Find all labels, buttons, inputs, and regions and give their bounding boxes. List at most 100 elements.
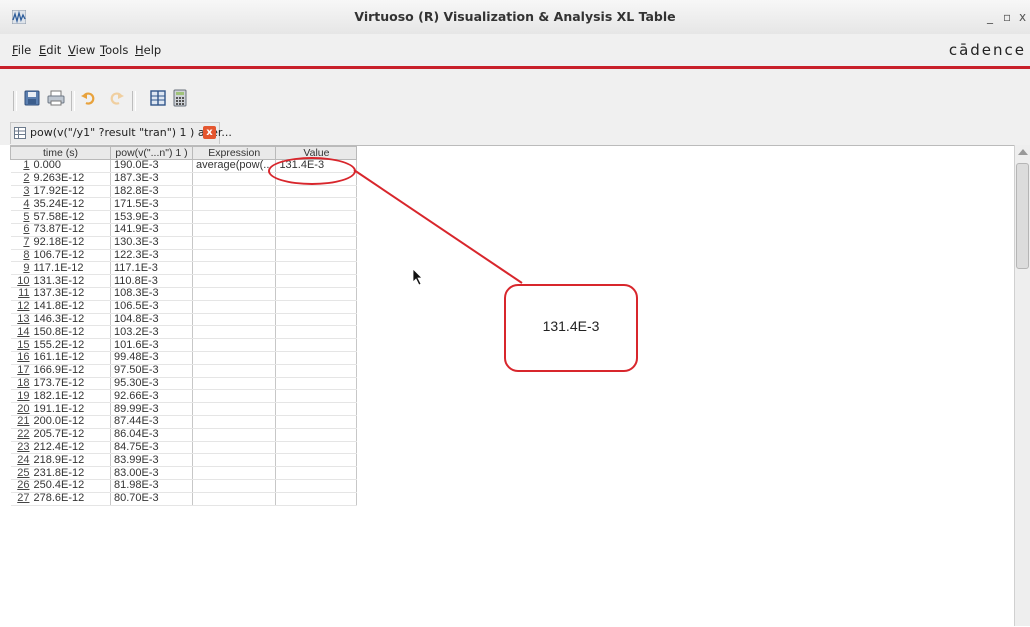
- cell-value[interactable]: [275, 210, 358, 224]
- cell-pow[interactable]: 117.1E-3: [110, 261, 193, 276]
- cell-expression[interactable]: [192, 466, 277, 480]
- cell-value[interactable]: [275, 236, 358, 250]
- cell-time[interactable]: 3 17.92E-12: [10, 185, 111, 199]
- cell-value[interactable]: [275, 453, 358, 468]
- cell-value[interactable]: [275, 287, 358, 301]
- cell-value[interactable]: [275, 364, 358, 378]
- table-row[interactable]: 6 73.87E-12 141.9E-3: [10, 223, 358, 237]
- tab-expression-table[interactable]: pow(v("/y1" ?result "tran") 1 ) aver... …: [10, 122, 232, 144]
- cell-time[interactable]: 4 35.24E-12: [10, 197, 111, 212]
- cell-pow[interactable]: 171.5E-3: [110, 197, 193, 212]
- table-row[interactable]: 17 166.9E-12 97.50E-3: [10, 364, 358, 378]
- table-row[interactable]: 26 250.4E-12 81.98E-3: [10, 479, 358, 493]
- cell-time[interactable]: 20 191.1E-12: [10, 402, 111, 416]
- cell-expression[interactable]: [192, 364, 277, 378]
- cell-expression[interactable]: [192, 300, 277, 314]
- cell-value[interactable]: [275, 492, 358, 506]
- menu-edit[interactable]: Edit: [39, 43, 61, 57]
- menu-tools[interactable]: Tools: [100, 43, 128, 57]
- cell-expression[interactable]: [192, 313, 277, 327]
- table-row[interactable]: 14 150.8E-12 103.2E-3: [10, 325, 358, 340]
- print-button[interactable]: [46, 88, 66, 108]
- cell-pow[interactable]: 83.00E-3: [110, 466, 193, 480]
- cell-pow[interactable]: 101.6E-3: [110, 338, 193, 352]
- cell-pow[interactable]: 95.30E-3: [110, 377, 193, 391]
- cell-value[interactable]: [275, 377, 358, 391]
- cell-time[interactable]: 6 73.87E-12: [10, 223, 111, 237]
- cell-value[interactable]: [275, 441, 358, 455]
- cell-time[interactable]: 10 131.3E-12: [10, 274, 111, 288]
- cell-time[interactable]: 2 9.263E-12: [10, 172, 111, 186]
- cell-expression[interactable]: [192, 428, 277, 442]
- table-row[interactable]: 13 146.3E-12 104.8E-3: [10, 313, 358, 327]
- menu-view[interactable]: View: [68, 43, 95, 57]
- cell-expression[interactable]: [192, 492, 277, 506]
- cell-time[interactable]: 5 57.58E-12: [10, 210, 111, 224]
- cell-time[interactable]: 17 166.9E-12: [10, 364, 111, 378]
- cell-pow[interactable]: 81.98E-3: [110, 479, 193, 493]
- table-row[interactable]: 15 155.2E-12 101.6E-3: [10, 338, 358, 352]
- maximize-button[interactable]: ▫: [1003, 10, 1011, 24]
- cell-pow[interactable]: 187.3E-3: [110, 172, 193, 186]
- cell-expression[interactable]: [192, 223, 277, 237]
- table-columns-button[interactable]: [148, 88, 168, 108]
- undo-button[interactable]: [78, 88, 98, 108]
- cell-value[interactable]: [275, 325, 358, 340]
- table-row[interactable]: 18 173.7E-12 95.30E-3: [10, 377, 358, 391]
- cell-value[interactable]: [275, 249, 358, 263]
- cell-pow[interactable]: 83.99E-3: [110, 453, 193, 468]
- cell-expression[interactable]: [192, 325, 277, 340]
- cell-pow[interactable]: 87.44E-3: [110, 415, 193, 429]
- cell-time[interactable]: 14 150.8E-12: [10, 325, 111, 340]
- cell-value[interactable]: [275, 428, 358, 442]
- cell-value[interactable]: [275, 479, 358, 493]
- table-row[interactable]: 3 17.92E-12 182.8E-3: [10, 185, 358, 199]
- cell-pow[interactable]: 190.0E-3: [110, 159, 193, 173]
- cell-expression[interactable]: [192, 377, 277, 391]
- table-row[interactable]: 25 231.8E-12 83.00E-3: [10, 466, 358, 480]
- cell-pow[interactable]: 141.9E-3: [110, 223, 193, 237]
- cell-expression[interactable]: [192, 287, 277, 301]
- cell-expression[interactable]: [192, 249, 277, 263]
- table-row[interactable]: 23 212.4E-12 84.75E-3: [10, 441, 358, 455]
- cell-expression[interactable]: [192, 185, 277, 199]
- table-row[interactable]: 12 141.8E-12 106.5E-3: [10, 300, 358, 314]
- cell-value[interactable]: [275, 223, 358, 237]
- table-row[interactable]: 16 161.1E-12 99.48E-3: [10, 351, 358, 365]
- cell-value[interactable]: [275, 197, 358, 212]
- cell-pow[interactable]: 99.48E-3: [110, 351, 193, 365]
- cell-pow[interactable]: 84.75E-3: [110, 441, 193, 455]
- menu-file[interactable]: File: [12, 43, 31, 57]
- close-window-button[interactable]: x: [1019, 10, 1026, 24]
- cell-expression[interactable]: [192, 389, 277, 404]
- cell-time[interactable]: 25 231.8E-12: [10, 466, 111, 480]
- cell-pow[interactable]: 97.50E-3: [110, 364, 193, 378]
- cell-value[interactable]: [275, 402, 358, 416]
- cell-time[interactable]: 11 137.3E-12: [10, 287, 111, 301]
- cell-value[interactable]: [275, 261, 358, 276]
- cell-time[interactable]: 13 146.3E-12: [10, 313, 111, 327]
- cell-pow[interactable]: 103.2E-3: [110, 325, 193, 340]
- cell-pow[interactable]: 104.8E-3: [110, 313, 193, 327]
- table-row[interactable]: 21 200.0E-12 87.44E-3: [10, 415, 358, 429]
- cell-value[interactable]: [275, 300, 358, 314]
- menu-help[interactable]: Help: [135, 43, 161, 57]
- cell-pow[interactable]: 122.3E-3: [110, 249, 193, 263]
- cell-time[interactable]: 27 278.6E-12: [10, 492, 111, 506]
- cell-value[interactable]: [275, 389, 358, 404]
- table-row[interactable]: 5 57.58E-12 153.9E-3: [10, 210, 358, 224]
- redo-button[interactable]: [107, 88, 127, 108]
- cell-pow[interactable]: 92.66E-3: [110, 389, 193, 404]
- column-header-pow[interactable]: pow(v("...n") 1 ): [110, 146, 193, 160]
- table-row[interactable]: 24 218.9E-12 83.99E-3: [10, 453, 358, 468]
- cell-expression[interactable]: [192, 236, 277, 250]
- cell-pow[interactable]: 89.99E-3: [110, 402, 193, 416]
- cell-expression[interactable]: [192, 338, 277, 352]
- cell-expression[interactable]: [192, 441, 277, 455]
- column-header-time[interactable]: time (s): [10, 146, 111, 160]
- table-row[interactable]: 10 131.3E-12 110.8E-3: [10, 274, 358, 288]
- cell-time[interactable]: 19 182.1E-12: [10, 389, 111, 404]
- table-row[interactable]: 4 35.24E-12 171.5E-3: [10, 197, 358, 212]
- table-row[interactable]: 8 106.7E-12 122.3E-3: [10, 249, 358, 263]
- cell-pow[interactable]: 110.8E-3: [110, 274, 193, 288]
